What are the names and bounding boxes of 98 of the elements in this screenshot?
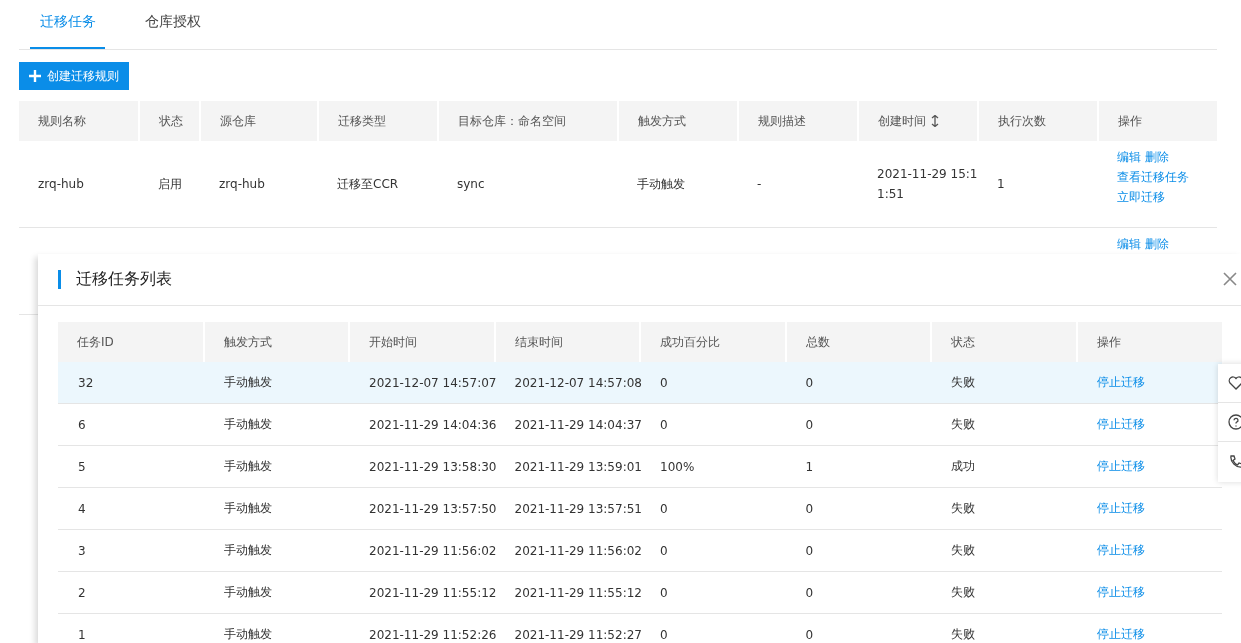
column-header: 开始时间 [349,322,495,362]
table-cell: 100% [660,459,695,474]
action-link[interactable]: 删除 [1145,147,1169,167]
action-link[interactable]: 查看迁移任务 [1117,167,1189,187]
table-cell: 4 [78,501,86,516]
column-header: 结束时间 [494,322,640,362]
table-cell: 0 [660,417,668,432]
table-cell: 失败 [951,543,975,557]
table-cell: 5 [78,459,86,474]
column-header: 状态 [139,101,200,141]
table-cell: 0 [805,417,814,432]
table-cell: 手动触发 [223,501,272,515]
column-header: 执行次数 [978,101,1098,141]
table-cell: 手动触发 [223,627,272,641]
column-header: 状态 [931,322,1077,362]
column-header: 总数 [785,322,931,362]
table-cell: 2021-11-29 15:1 1:51 [877,167,978,201]
table-cell: - [757,177,762,191]
table-cell: 失败 [951,585,975,599]
table-cell: 2021-11-29 13:59:01 [514,459,642,474]
drawer-title: 迁移任务列表 [76,269,172,290]
table-cell: 手动触发 [637,177,685,191]
table-cell: 0 [660,501,668,516]
column-header: 迁移类型 [318,101,438,141]
stop-migration-link[interactable]: 停止迁移 [1096,375,1145,389]
column-header: 触发方式 [203,322,349,362]
table-cell: 2021-11-29 13:58:30 [369,459,497,474]
table-cell: 成功 [951,459,975,473]
phone-icon[interactable] [1228,453,1241,470]
table-cell: 0 [805,375,814,390]
table-cell: 手动触发 [223,543,272,557]
table-cell: 失败 [951,375,975,389]
action-link[interactable]: 编辑 [1117,147,1141,167]
table-cell: 0 [805,501,814,516]
table-cell: 2021-11-29 11:55:12 [369,585,497,600]
action-link[interactable]: 立即迁移 [1117,187,1165,207]
action-link[interactable]: 删除 [1145,234,1169,254]
column-header: 任务ID [58,322,204,362]
close-icon[interactable] [1223,272,1237,286]
column-header: 源仓库 [200,101,318,141]
heart-icon[interactable] [1228,375,1241,391]
column-header: 规则描述 [738,101,858,141]
table-cell: 手动触发 [223,585,272,599]
table-cell: zrq-hub [38,177,84,191]
table-cell: 0 [660,627,668,642]
column-header: 触发方式 [618,101,738,141]
stop-migration-link[interactable]: 停止迁移 [1096,585,1145,599]
table-cell: 手动触发 [223,459,272,473]
column-header: 操作 [1098,101,1217,141]
column-header: 规则名称 [19,101,139,141]
table-cell: 失败 [951,417,975,431]
table-cell: 手动触发 [223,375,272,389]
table-cell: 1 [805,459,814,474]
table-cell: 2021-11-29 11:56:02 [369,543,497,558]
table-cell: 2 [78,585,86,600]
stop-migration-link[interactable]: 停止迁移 [1096,459,1145,473]
table-cell: 2021-11-29 14:04:37 [514,417,642,432]
table-cell: 32 [78,375,94,390]
table-cell: 0 [805,585,814,600]
tab[interactable]: 仓库授权 [135,0,210,49]
table-cell: 2021-11-29 13:57:51 [514,501,642,516]
stop-migration-link[interactable]: 停止迁移 [1096,627,1145,641]
table-cell: 0 [805,543,814,558]
table-cell: zrq-hub [219,177,265,191]
table-cell: 1 [78,627,86,642]
table-cell: 1 [997,177,1005,191]
action-link[interactable]: 编辑 [1117,234,1141,254]
column-header: 操作 [1076,322,1222,362]
stop-migration-link[interactable]: 停止迁移 [1096,417,1145,431]
table-cell: 0 [660,585,668,600]
tab[interactable]: 迁移任务 [30,0,105,49]
table-cell: 0 [660,375,668,390]
help-icon[interactable] [1228,414,1241,430]
create-rule-button[interactable]: 创建迁移规则 [19,62,129,90]
table-cell: 2021-11-29 13:57:50 [369,501,497,516]
table-cell: 2021-12-07 14:57:07 [369,375,497,390]
column-header: 目标仓库：命名空间 [438,101,618,141]
plus-icon [29,70,41,82]
table-cell: 2021-11-29 11:52:27 [514,627,642,642]
table-cell: 启用 [158,177,182,191]
table-cell: 失败 [951,627,975,641]
table-cell: 0 [660,543,668,558]
table-cell: 2021-11-29 11:55:12 [514,585,642,600]
table-cell: sync [457,177,485,191]
table-cell: 2021-12-07 14:57:08 [514,375,642,390]
table-cell: 2021-11-29 14:04:36 [369,417,497,432]
column-header[interactable]: 创建时间 [858,101,978,141]
table-cell: 手动触发 [223,417,272,431]
stop-migration-link[interactable]: 停止迁移 [1096,501,1145,515]
stop-migration-link[interactable]: 停止迁移 [1096,543,1145,557]
table-cell: 3 [78,543,86,558]
table-cell: 迁移至CCR [337,177,399,191]
column-header: 成功百分比 [640,322,786,362]
table-cell: 0 [805,627,814,642]
table-cell: 2021-11-29 11:52:26 [369,627,497,642]
table-cell: 6 [78,417,86,432]
table-cell: 失败 [951,501,975,515]
table-cell: 2021-11-29 11:56:02 [514,543,642,558]
